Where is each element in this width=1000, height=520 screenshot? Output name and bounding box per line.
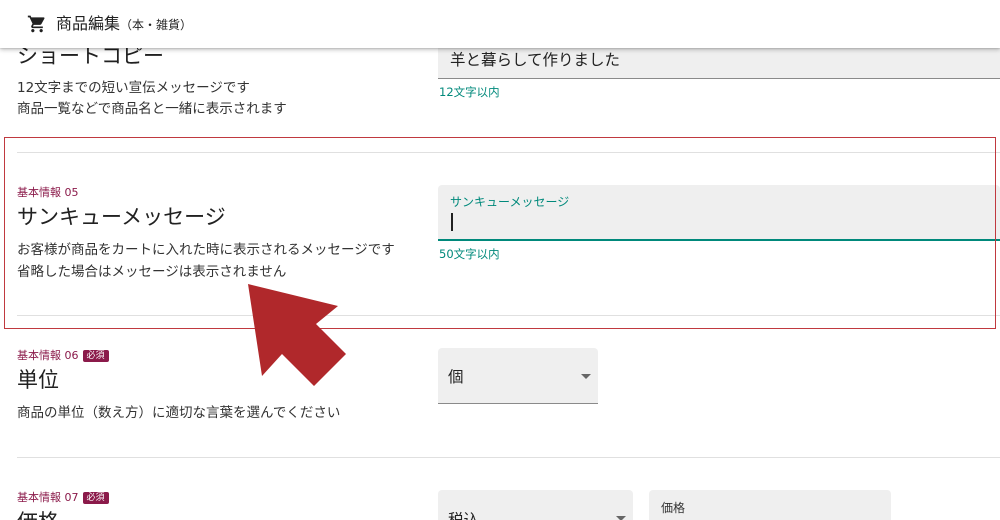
pointer-arrow-annotation bbox=[248, 284, 346, 386]
short-copy-helper: 12文字以内 bbox=[439, 85, 500, 99]
dropdown-arrow-icon bbox=[616, 516, 626, 520]
unit-select[interactable]: 個 bbox=[438, 348, 598, 404]
short-copy-desc-line1: 12文字までの短い宣伝メッセージです bbox=[17, 80, 250, 96]
thankyou-desc-line1: お客様が商品をカートに入れた時に表示されるメッセージです bbox=[17, 242, 395, 258]
thankyou-tag-text: 基本情報 05 bbox=[17, 186, 79, 199]
section-divider bbox=[17, 457, 1000, 458]
page-title-text: 商品編集 bbox=[56, 14, 121, 33]
unit-selected-value: 個 bbox=[448, 368, 464, 386]
short-copy-value: 羊と暮らして作りました bbox=[450, 51, 621, 69]
text-cursor bbox=[451, 213, 453, 231]
section-divider bbox=[17, 315, 1000, 316]
thankyou-message-input[interactable]: サンキューメッセージ bbox=[438, 185, 1000, 241]
unit-heading: 単位 bbox=[17, 368, 59, 392]
tax-select[interactable]: 税込 bbox=[438, 490, 633, 520]
page-subtitle: （本・雑貨） bbox=[120, 18, 193, 32]
shopping-cart-icon bbox=[27, 15, 45, 33]
section-divider bbox=[17, 152, 1000, 153]
thankyou-heading: サンキューメッセージ bbox=[17, 205, 226, 229]
required-badge: 必須 bbox=[82, 350, 109, 362]
required-badge: 必須 bbox=[82, 492, 109, 504]
thankyou-desc-line2: 省略した場合はメッセージは表示されません bbox=[17, 264, 287, 280]
thankyou-input-label: サンキューメッセージ bbox=[450, 195, 570, 209]
unit-tag-text: 基本情報 06 bbox=[17, 349, 79, 362]
page-title: 商品編集（本・雑貨） bbox=[56, 13, 192, 36]
thankyou-tag: 基本情報 05 bbox=[17, 186, 79, 200]
price-heading: 価格 bbox=[17, 508, 59, 520]
price-tag: 基本情報 07 必須 bbox=[17, 491, 109, 505]
unit-desc: 商品の単位（数え方）に適切な言葉を選んでください bbox=[17, 405, 341, 421]
price-input[interactable]: 価格 bbox=[649, 490, 891, 520]
price-input-label: 価格 bbox=[661, 501, 686, 515]
dropdown-arrow-icon bbox=[581, 374, 591, 379]
price-tag-text: 基本情報 07 bbox=[17, 491, 79, 504]
app-bar: 商品編集（本・雑貨） bbox=[0, 0, 1000, 48]
thankyou-helper: 50文字以内 bbox=[439, 247, 500, 261]
short-copy-desc-line2: 商品一覧などで商品名と一緒に表示されます bbox=[17, 101, 287, 117]
unit-tag: 基本情報 06 必須 bbox=[17, 349, 109, 363]
tax-selected-value: 税込 bbox=[448, 511, 480, 520]
